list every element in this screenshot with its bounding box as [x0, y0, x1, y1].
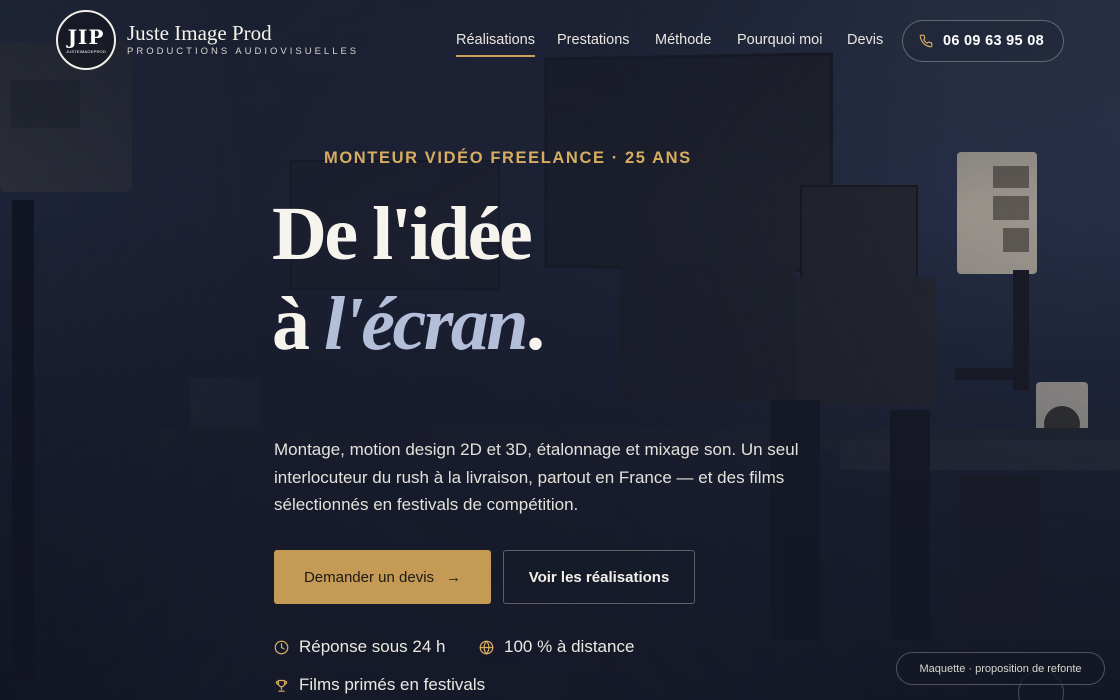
hero-title-italic: l'écran	[324, 282, 529, 366]
view-work-label: Voir les réalisations	[528, 568, 670, 586]
logo-mark-text: JIP	[67, 24, 105, 49]
feature-label: Films primés en festivals	[299, 675, 486, 694]
feature-item: Films primés en festivals	[274, 675, 485, 695]
feature-item: 100 % à distance	[479, 637, 634, 657]
nav-link-methode[interactable]: Méthode	[655, 32, 711, 48]
feature-item: Réponse sous 24 h	[274, 637, 446, 657]
hero-title-line2: à l'écran.	[272, 286, 545, 362]
hero-description: Montage, motion design 2D et 3D, étalonn…	[274, 440, 799, 514]
hero-title-line1: De l'idée	[272, 192, 533, 276]
view-work-button[interactable]: Voir les réalisations	[503, 550, 695, 604]
logo-mark-subtext: JUSTEIMAGEPROD	[66, 48, 106, 54]
mockup-badge: Maquette · proposition de refonte	[896, 652, 1105, 685]
globe-icon	[479, 639, 494, 655]
site-header: JIP JUSTEIMAGEPROD Juste Image Prod PROD…	[0, 0, 1120, 82]
brand-name[interactable]: Juste Image Prod	[127, 21, 272, 46]
nav-link-pourquoi-moi[interactable]: Pourquoi moi	[737, 32, 822, 48]
phone-icon	[919, 34, 933, 48]
nav-link-prestations[interactable]: Prestations	[557, 32, 630, 48]
logo[interactable]: JIP JUSTEIMAGEPROD	[56, 10, 116, 70]
request-quote-button[interactable]: Demander un devis →	[274, 550, 491, 604]
trophy-icon	[275, 679, 288, 692]
nav-link-devis[interactable]: Devis	[847, 32, 883, 48]
hero-title-prefix: à	[272, 282, 324, 366]
hero-title-suffix: .	[526, 282, 545, 366]
hero-eyebrow: MONTEUR VIDÉO FREELANCE · 25 ANS	[324, 149, 692, 167]
nav-link-realisations[interactable]: Réalisations	[456, 32, 535, 57]
clock-icon	[274, 640, 289, 654]
feature-label: Réponse sous 24 h	[299, 637, 446, 656]
feature-label: 100 % à distance	[504, 637, 635, 656]
hero-title: De l'idée à l'écran.	[272, 192, 545, 362]
request-quote-label: Demander un devis	[303, 568, 435, 586]
phone-number: 06 09 63 95 08	[943, 33, 1044, 49]
phone-button[interactable]: 06 09 63 95 08	[902, 20, 1064, 62]
brand-tagline: PRODUCTIONS AUDIOVISUELLES	[127, 46, 360, 57]
arrow-right-icon: →	[446, 568, 462, 586]
